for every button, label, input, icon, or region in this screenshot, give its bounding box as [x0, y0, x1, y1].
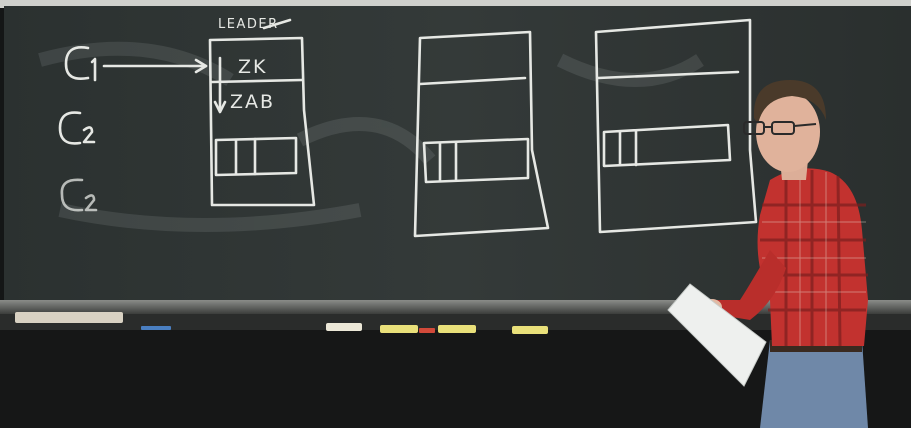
yellow-chalk [380, 325, 418, 333]
lecturer-jeans [760, 340, 868, 428]
leader-label: LEADER [218, 17, 279, 32]
lecture-scene: LEADER ZK ZAB [0, 0, 911, 428]
leader-zab-label: ZAB [230, 91, 275, 113]
white-chalk [326, 323, 362, 331]
leader-zk-label: ZK [238, 56, 267, 78]
blue-chalk [141, 326, 171, 330]
scene-svg: LEADER ZK ZAB [0, 0, 911, 428]
yellow-chalk-3 [512, 326, 548, 334]
yellow-chalk-2 [438, 325, 476, 333]
eraser [15, 312, 123, 323]
red-chalk [419, 328, 435, 333]
